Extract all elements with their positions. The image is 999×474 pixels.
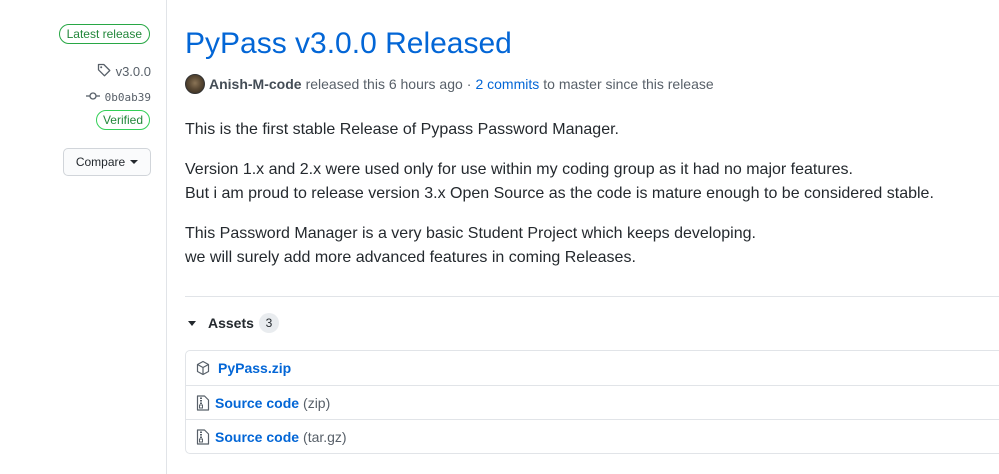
release-notes-line: But i am proud to release version 3.x Op… [185, 185, 934, 202]
release-notes-line: Version 1.x and 2.x were used only for u… [185, 161, 853, 178]
release-notes-line: we will surely add more advanced feature… [185, 249, 636, 266]
assets-count-badge: 3 [258, 313, 279, 333]
package-icon [195, 360, 211, 376]
release-sidebar: Latest release v3.0.0 0b0ab39 Verified C… [0, 0, 167, 474]
meta-separator: · [466, 76, 472, 92]
release-notes-paragraph: Version 1.x and 2.x were used only for u… [185, 158, 934, 206]
commits-suffix-text: to master since this release [543, 76, 714, 92]
assets-divider [185, 296, 999, 297]
asset-download-link[interactable]: PyPass.zip [218, 360, 291, 376]
commit-link[interactable]: 0b0ab39 [85, 88, 151, 106]
asset-item: PyPass.zip [186, 351, 999, 385]
commit-sha: 0b0ab39 [104, 90, 151, 104]
compare-label: Compare [75, 155, 126, 169]
release-notes-line: This Password Manager is a very basic St… [185, 225, 756, 242]
avatar[interactable] [185, 74, 205, 94]
tag-icon [96, 62, 112, 81]
asset-item: Source code (zip) [186, 385, 999, 419]
released-time-text: released this 6 hours ago [305, 76, 463, 92]
source-code-zip-link[interactable]: Source code [215, 395, 299, 411]
release-meta: Anish-M-code released this 6 hours ago ·… [185, 74, 714, 94]
asset-item: Source code (tar.gz) [186, 419, 999, 453]
compare-button[interactable]: Compare [63, 148, 151, 176]
source-code-targz-link[interactable]: Source code [215, 429, 299, 445]
release-title[interactable]: PyPass v3.0.0 Released [185, 24, 512, 64]
caret-down-icon [130, 160, 139, 164]
tag-link[interactable]: v3.0.0 [96, 62, 151, 80]
git-commit-icon [85, 89, 100, 106]
file-zip-icon [195, 394, 211, 411]
asset-format: (zip) [303, 394, 331, 411]
assets-toggle[interactable]: Assets 3 [185, 312, 279, 334]
release-notes-line: This is the first stable Release of Pypa… [185, 121, 619, 138]
commits-link[interactable]: 2 commits [475, 76, 539, 92]
caret-down-icon [188, 320, 196, 326]
latest-release-badge: Latest release [58, 24, 150, 44]
file-zip-icon [195, 428, 211, 445]
asset-format: (tar.gz) [303, 428, 347, 445]
verified-badge[interactable]: Verified [95, 110, 150, 130]
author-link[interactable]: Anish-M-code [209, 76, 302, 92]
assets-label: Assets [208, 315, 254, 331]
assets-list: PyPass.zip Source code (zip) Source code… [185, 350, 999, 454]
release-main: PyPass v3.0.0 Released Anish-M-code rele… [185, 0, 999, 474]
release-notes-paragraph: This is the first stable Release of Pypa… [185, 118, 619, 142]
tag-name: v3.0.0 [115, 63, 151, 79]
release-notes-paragraph: This Password Manager is a very basic St… [185, 222, 756, 270]
